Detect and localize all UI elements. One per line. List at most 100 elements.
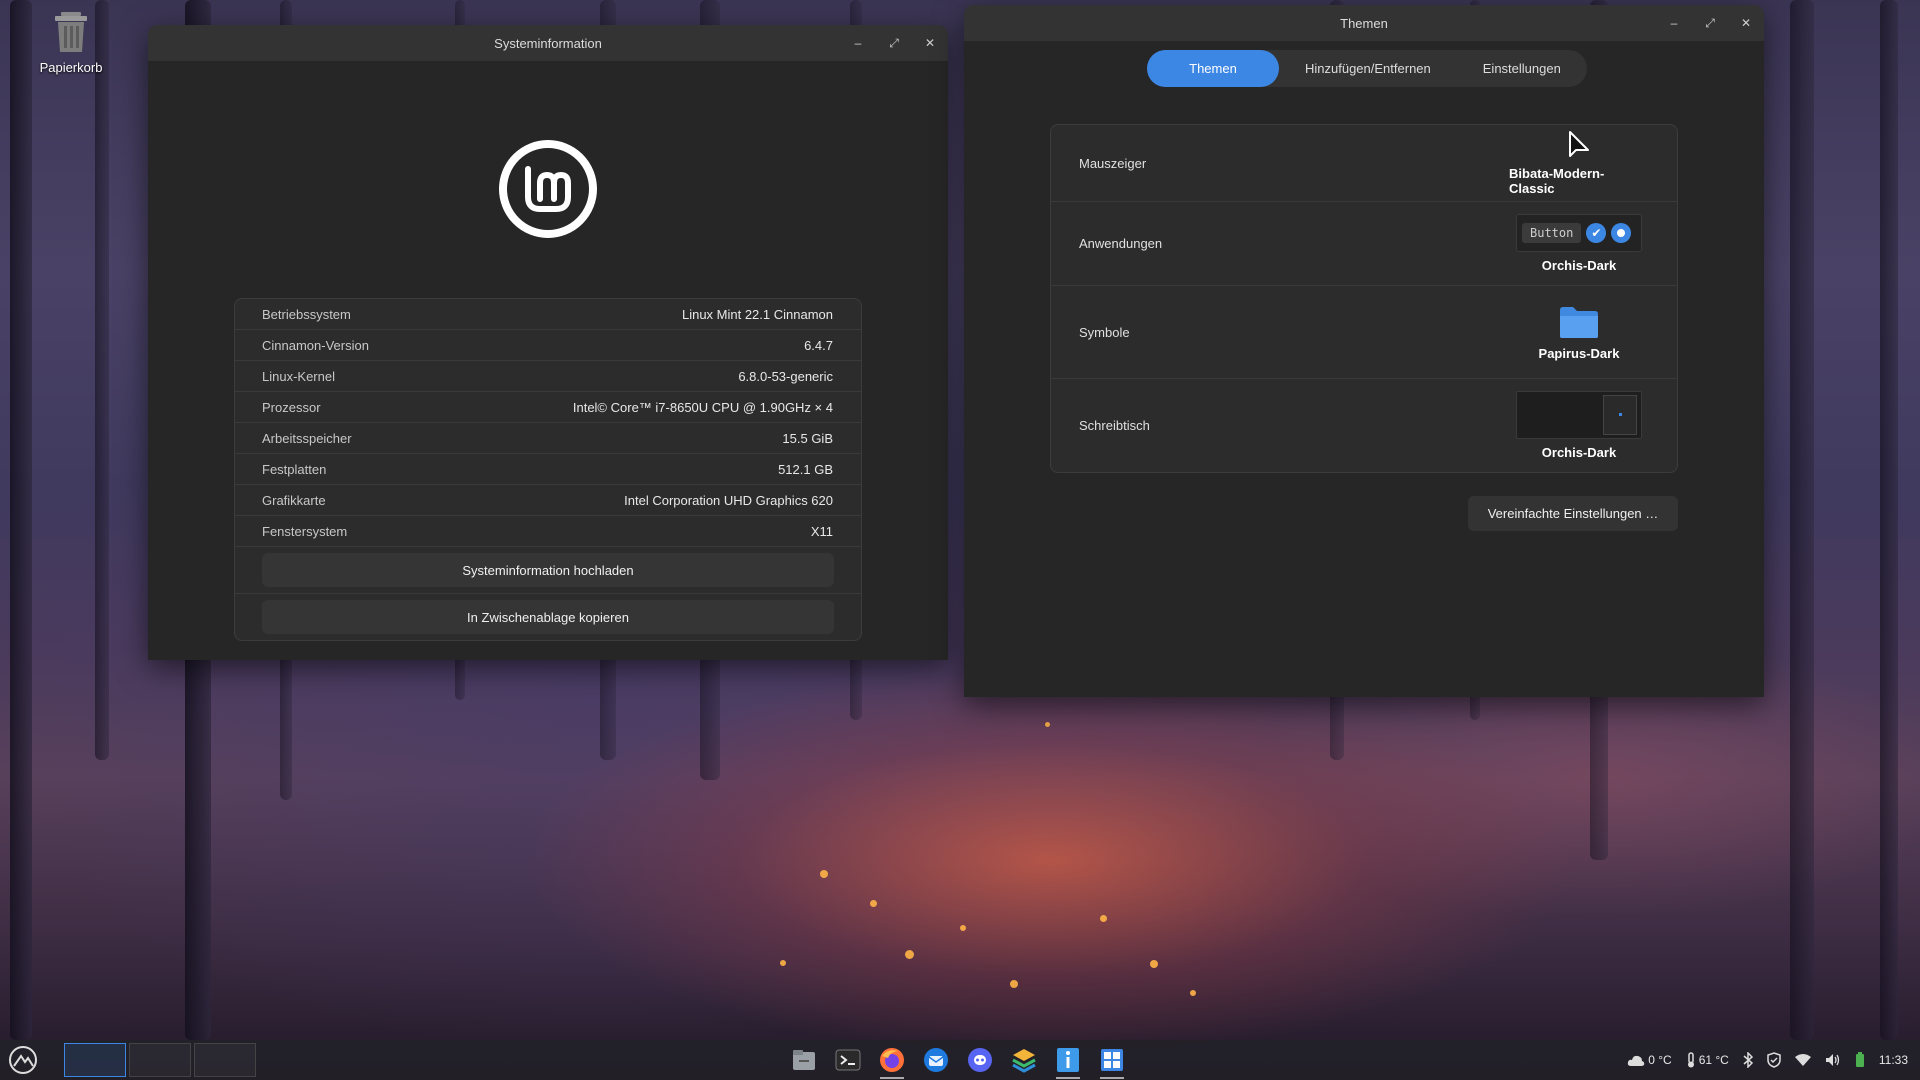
copy-clipboard-button[interactable]: In Zwischenablage kopieren bbox=[262, 600, 834, 634]
row-mouse-pointer: Mauszeiger Bibata-Modern-Classic bbox=[1051, 125, 1677, 202]
cpu-temp-applet[interactable]: 61 °C bbox=[1686, 1052, 1729, 1068]
cursor-theme-name: Bibata-Modern-Classic bbox=[1509, 166, 1605, 196]
checkbox-icon: ✔ bbox=[1586, 223, 1607, 243]
row-key: Arbeitsspeicher bbox=[262, 430, 352, 446]
files-launcher[interactable] bbox=[786, 1040, 822, 1080]
themes-titlebar[interactable]: Themen – ⤢ ✕ bbox=[964, 5, 1764, 41]
sysinfo-row-cinnamon: Cinnamon-Version 6.4.7 bbox=[235, 330, 861, 361]
close-button[interactable]: ✕ bbox=[1738, 16, 1754, 30]
sysinfo-window: Systeminformation – ⤢ ✕ Betriebssystem L… bbox=[148, 25, 948, 660]
maximize-button[interactable]: ⤢ bbox=[1702, 16, 1718, 31]
workspace-switcher bbox=[64, 1043, 256, 1077]
shield-applet[interactable] bbox=[1767, 1052, 1781, 1068]
trash-icon bbox=[55, 12, 87, 52]
linux-mint-logo bbox=[499, 140, 597, 238]
layers-launcher[interactable] bbox=[1006, 1040, 1042, 1080]
sound-applet[interactable] bbox=[1825, 1053, 1841, 1067]
cursor-theme-picker[interactable]: Bibata-Modern-Classic bbox=[1509, 130, 1649, 196]
sysinfo-table: Betriebssystem Linux Mint 22.1 Cinnamon … bbox=[234, 298, 862, 641]
firefox-icon bbox=[880, 1048, 904, 1072]
themes-icon bbox=[1101, 1049, 1123, 1071]
theme-settings-panel: Mauszeiger Bibata-Modern-Classic Anwendu… bbox=[1050, 124, 1678, 473]
wifi-icon bbox=[1794, 1054, 1811, 1066]
row-value: Linux Mint 22.1 Cinnamon bbox=[681, 306, 833, 322]
sysinfo-row-memory: Arbeitsspeicher 15.5 GiB bbox=[235, 423, 861, 454]
cursor-icon bbox=[1569, 131, 1589, 157]
minimize-button[interactable]: – bbox=[1666, 16, 1682, 30]
row-label: Symbole bbox=[1079, 324, 1130, 340]
row-value: Intel© Core™ i7-8650U CPU @ 1.90GHz × 4 bbox=[572, 399, 833, 415]
thunderbird-launcher[interactable] bbox=[918, 1040, 954, 1080]
battery-applet[interactable] bbox=[1855, 1052, 1865, 1068]
close-button[interactable]: ✕ bbox=[922, 36, 938, 50]
start-menu-button[interactable] bbox=[0, 1040, 46, 1080]
weather-icon bbox=[1628, 1055, 1645, 1066]
row-label: Mauszeiger bbox=[1079, 155, 1147, 171]
sysinfo-row-os: Betriebssystem Linux Mint 22.1 Cinnamon bbox=[235, 299, 861, 330]
sysinfo-icon bbox=[1057, 1048, 1079, 1072]
tab-themes[interactable]: Themen bbox=[1147, 50, 1279, 87]
row-label: Anwendungen bbox=[1079, 236, 1163, 251]
simple-settings-button[interactable]: Vereinfachte Einstellungen … bbox=[1468, 496, 1678, 531]
workspace-2[interactable] bbox=[129, 1043, 191, 1077]
icon-theme-name: Papirus-Dark bbox=[1538, 345, 1620, 361]
discord-launcher[interactable] bbox=[962, 1040, 998, 1080]
row-label: Schreibtisch bbox=[1079, 418, 1150, 433]
bluetooth-applet[interactable] bbox=[1743, 1052, 1753, 1068]
maximize-button[interactable]: ⤢ bbox=[886, 36, 902, 51]
sysinfo-titlebar[interactable]: Systeminformation – ⤢ ✕ bbox=[148, 25, 948, 61]
row-value: Intel Corporation UHD Graphics 620 bbox=[624, 492, 833, 508]
sysinfo-row-gpu: Grafikkarte Intel Corporation UHD Graphi… bbox=[235, 485, 861, 516]
menu-icon bbox=[9, 1046, 37, 1074]
row-key: Cinnamon-Version bbox=[262, 337, 369, 353]
thermometer-icon bbox=[1687, 1052, 1694, 1068]
discord-icon bbox=[968, 1048, 992, 1072]
tab-settings[interactable]: Einstellungen bbox=[1457, 50, 1587, 87]
clock-time: 11:33 bbox=[1878, 1053, 1908, 1067]
themes-window: Themen – ⤢ ✕ Themen Hinzufügen/Entfernen… bbox=[964, 5, 1764, 697]
firefox-launcher[interactable] bbox=[874, 1040, 910, 1080]
application-theme-picker[interactable]: Button ✔ Orchis-Dark bbox=[1509, 214, 1649, 273]
battery-icon bbox=[1855, 1052, 1864, 1067]
row-value: 6.8.0-53-generic bbox=[738, 368, 833, 384]
clock-applet[interactable]: 11:33 bbox=[1879, 1053, 1908, 1067]
terminal-icon bbox=[835, 1049, 861, 1071]
desktop-theme-name: Orchis-Dark bbox=[1541, 445, 1617, 460]
themes-launcher[interactable] bbox=[1094, 1040, 1130, 1080]
preview-button-label: Button bbox=[1522, 223, 1582, 243]
sysinfo-row-disks: Festplatten 512.1 GB bbox=[235, 454, 861, 485]
minimize-button[interactable]: – bbox=[850, 36, 866, 50]
weather-temp: 0 °C bbox=[1648, 1053, 1672, 1067]
row-value: 512.1 GB bbox=[778, 461, 833, 477]
desktop-theme-picker[interactable]: Orchis-Dark bbox=[1509, 391, 1649, 460]
trash-desktop-icon[interactable]: Papierkorb bbox=[30, 10, 112, 75]
themes-title: Themen bbox=[1340, 15, 1388, 31]
sysinfo-row-kernel: Linux-Kernel 6.8.0-53-generic bbox=[235, 361, 861, 392]
application-theme-name: Orchis-Dark bbox=[1541, 258, 1617, 273]
workspace-3[interactable] bbox=[194, 1043, 256, 1077]
row-key: Festplatten bbox=[262, 461, 327, 477]
upload-sysinfo-button[interactable]: Systeminformation hochladen bbox=[262, 553, 834, 587]
icon-theme-picker[interactable]: Papirus-Dark bbox=[1509, 304, 1649, 361]
row-key: Fenstersystem bbox=[262, 523, 348, 539]
weather-applet[interactable]: 0 °C bbox=[1627, 1053, 1672, 1067]
shield-icon bbox=[1767, 1052, 1781, 1068]
sysinfo-launcher[interactable] bbox=[1050, 1040, 1086, 1080]
row-value: 6.4.7 bbox=[804, 337, 833, 353]
launcher-panel bbox=[786, 1040, 1130, 1080]
volume-icon bbox=[1825, 1054, 1840, 1066]
layers-icon bbox=[1012, 1049, 1036, 1073]
sysinfo-title: Systeminformation bbox=[494, 35, 602, 51]
radio-icon bbox=[1611, 223, 1632, 243]
workspace-1[interactable] bbox=[64, 1043, 126, 1077]
thunderbird-icon bbox=[924, 1048, 948, 1072]
terminal-launcher[interactable] bbox=[830, 1040, 866, 1080]
row-value: X11 bbox=[810, 523, 833, 539]
taskbar: 0 °C 61 °C 11:33 bbox=[0, 1040, 1920, 1080]
row-key: Betriebssystem bbox=[262, 306, 351, 322]
sysinfo-row-windowsystem: Fenstersystem X11 bbox=[235, 516, 861, 547]
tab-add-remove[interactable]: Hinzufügen/Entfernen bbox=[1279, 50, 1457, 87]
network-applet[interactable] bbox=[1794, 1054, 1811, 1066]
row-applications: Anwendungen Button ✔ Orchis-Dark bbox=[1051, 202, 1677, 286]
bluetooth-icon bbox=[1743, 1052, 1753, 1068]
